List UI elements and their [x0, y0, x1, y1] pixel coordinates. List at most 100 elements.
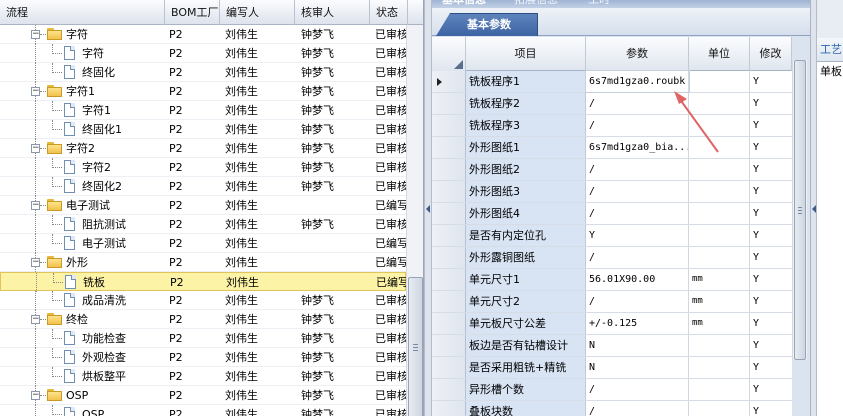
col-header-param[interactable]: 参数	[586, 37, 689, 71]
param-modify-cell[interactable]: Y	[750, 181, 792, 202]
tree-row[interactable]: − OSP P2 刘伟生 钟梦飞 已审核	[0, 386, 408, 405]
tree-row[interactable]: − 字符 P2 刘伟生 钟梦飞 已审核	[0, 25, 408, 44]
row-indicator[interactable]	[432, 71, 466, 92]
param-row[interactable]: 板边是否有钻槽设计 N Y	[432, 335, 792, 357]
tree-row[interactable]: OSP P2 刘伟生 钟梦飞 已审核	[0, 405, 408, 416]
tree-row[interactable]: 功能检查 P2 刘伟生 钟梦飞 已审核	[0, 329, 408, 348]
row-indicator[interactable]	[432, 247, 466, 268]
param-unit-cell[interactable]: mm	[689, 269, 750, 290]
param-value-cell[interactable]: +/-0.125	[586, 313, 689, 334]
col-header-status[interactable]: 状态	[370, 0, 408, 25]
param-unit-cell[interactable]	[689, 203, 750, 224]
tree-node-label[interactable]: 终固化1	[82, 120, 122, 139]
collapse-toggle-icon[interactable]: −	[31, 144, 40, 153]
param-unit-cell[interactable]	[689, 335, 750, 356]
col-header-modify[interactable]: 修改	[750, 37, 792, 71]
param-value-cell[interactable]: /	[586, 379, 689, 400]
tree-node-label[interactable]: 终固化	[82, 63, 115, 82]
param-modify-cell[interactable]: Y	[750, 269, 792, 290]
param-modify-cell[interactable]: Y	[750, 225, 792, 246]
param-unit-cell[interactable]	[689, 225, 750, 246]
tree-node-label[interactable]: 电子测试	[66, 196, 110, 215]
param-modify-cell[interactable]: Y	[750, 401, 792, 416]
tree-node-label[interactable]: 铣板	[83, 273, 105, 292]
param-row[interactable]: 外形图纸4/ Y	[432, 203, 792, 225]
param-unit-cell[interactable]	[689, 247, 750, 268]
side-grid-header[interactable]: 工艺	[817, 38, 843, 62]
tree-row[interactable]: 外观检查 P2 刘伟生 钟梦飞 已审核	[0, 348, 408, 367]
param-value-cell[interactable]: N	[586, 357, 689, 378]
param-value-cell[interactable]: 6s7md1gza0.roubk	[585, 70, 690, 93]
param-modify-cell[interactable]: Y	[750, 335, 792, 356]
param-value-cell[interactable]: /	[586, 93, 689, 114]
col-header-reviewer[interactable]: 核审人	[295, 0, 370, 25]
row-indicator[interactable]	[432, 225, 466, 246]
collapse-side-arrow-icon[interactable]	[812, 205, 816, 213]
param-modify-cell[interactable]: Y	[750, 71, 792, 92]
tree-row[interactable]: 终固化1 P2 刘伟生 钟梦飞 已审核	[0, 120, 408, 139]
tree-node-label[interactable]: 功能检查	[82, 329, 126, 348]
param-modify-cell[interactable]: Y	[750, 159, 792, 180]
tree-row[interactable]: − 终检 P2 刘伟生 钟梦飞 已审核	[0, 310, 408, 329]
tree-node-label[interactable]: 字符2	[66, 139, 95, 158]
tab-basic-params[interactable]: 基本参数	[436, 13, 538, 36]
tree-vertical-scrollbar[interactable]	[406, 25, 423, 416]
param-modify-cell[interactable]: Y	[750, 357, 792, 378]
row-indicator[interactable]	[432, 115, 466, 136]
param-unit-cell[interactable]	[689, 115, 750, 136]
tree-node-label[interactable]: 烘板整平	[82, 367, 126, 386]
param-row[interactable]: 铣板程序3/ Y	[432, 115, 792, 137]
param-modify-cell[interactable]: Y	[750, 203, 792, 224]
param-row[interactable]: 外形露铜图纸 / Y	[432, 247, 792, 269]
param-unit-cell[interactable]	[689, 71, 750, 92]
collapse-toggle-icon[interactable]: −	[31, 30, 40, 39]
param-modify-cell[interactable]: Y	[750, 313, 792, 334]
row-indicator[interactable]	[432, 313, 466, 334]
tree-node-label[interactable]: 字符1	[82, 101, 111, 120]
param-value-cell[interactable]: /	[586, 401, 689, 416]
param-unit-cell[interactable]	[689, 93, 750, 114]
collapse-toggle-icon[interactable]: −	[31, 87, 40, 96]
tab-work-hours[interactable]: 工时	[582, 0, 616, 8]
tree-node-label[interactable]: 电子测试	[82, 234, 126, 253]
tree-node-label[interactable]: 终固化2	[82, 177, 122, 196]
tree-row[interactable]: 字符1 P2 刘伟生 钟梦飞 已审核	[0, 101, 408, 120]
param-row[interactable]: 单元尺寸2/mm Y	[432, 291, 792, 313]
row-indicator[interactable]	[432, 335, 466, 356]
params-vertical-scrollbar[interactable]	[792, 60, 807, 360]
row-indicator[interactable]	[432, 401, 466, 416]
tree-row[interactable]: 电子测试 P2 刘伟生 已编写	[0, 234, 408, 253]
col-header-unit[interactable]: 单位	[689, 37, 750, 71]
param-value-cell[interactable]: /	[586, 291, 689, 312]
tree-row[interactable]: 终固化2 P2 刘伟生 钟梦飞 已审核	[0, 177, 408, 196]
param-unit-cell[interactable]	[689, 379, 750, 400]
tree-node-label[interactable]: 字符2	[82, 158, 111, 177]
row-indicator[interactable]	[432, 269, 466, 290]
tree-row[interactable]: 阻抗测试 P2 刘伟生 钟梦飞 已审核	[0, 215, 408, 234]
param-unit-cell[interactable]: mm	[689, 291, 750, 312]
tree-node-label[interactable]: OSP	[82, 405, 104, 416]
tree-row[interactable]: − 电子测试 P2 刘伟生 已编写	[0, 196, 408, 215]
param-row[interactable]: 外形图纸2/ Y	[432, 159, 792, 181]
params-scroll-thumb[interactable]	[794, 60, 806, 360]
param-row[interactable]: 是否有内定位孔 Y Y	[432, 225, 792, 247]
tree-node-label[interactable]: 字符	[82, 44, 104, 63]
tree-node-label[interactable]: 阻抗测试	[82, 215, 126, 234]
tree-row[interactable]: 铣板 P2 刘伟生 已编写	[0, 272, 409, 292]
col-header-item[interactable]: 项目	[466, 37, 586, 71]
param-modify-cell[interactable]: Y	[750, 247, 792, 268]
param-value-cell[interactable]: /	[586, 247, 689, 268]
tree-node-label[interactable]: 终检	[66, 310, 88, 329]
panel-splitter[interactable]	[424, 0, 432, 416]
param-row[interactable]: 外形图纸1 6s7md1gza0_bia... Y	[432, 137, 792, 159]
tree-node-label[interactable]: 字符	[66, 25, 88, 44]
col-header-writer[interactable]: 编写人	[220, 0, 295, 25]
col-header-process[interactable]: 流程	[0, 0, 165, 25]
tree-node-label[interactable]: 字符1	[66, 82, 95, 101]
param-row[interactable]: 铣板程序1 6s7md1gza0.roubk Y	[432, 70, 792, 93]
collapse-left-arrow-icon[interactable]	[426, 205, 430, 213]
param-row[interactable]: 异形槽个数 / Y	[432, 379, 792, 401]
param-unit-cell[interactable]	[689, 401, 750, 416]
param-row[interactable]: 单元板尺寸公差 +/-0.125 mm Y	[432, 313, 792, 335]
param-unit-cell[interactable]	[689, 181, 750, 202]
